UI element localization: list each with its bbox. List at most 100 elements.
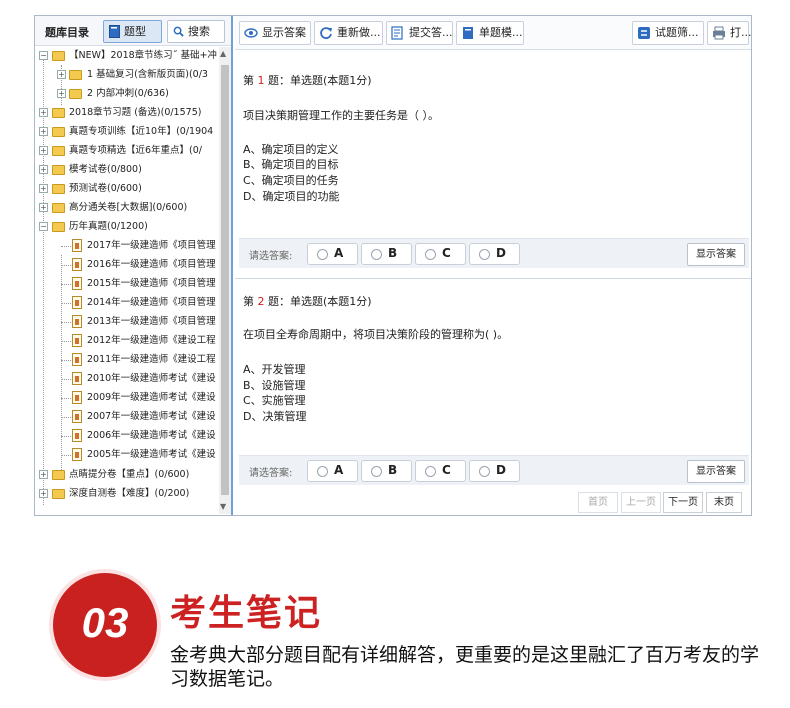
redo-button[interactable]: 重新做... (314, 21, 383, 45)
tree-connector (61, 379, 71, 380)
tree-node[interactable]: 2009年一级建造师考试《建设 (35, 389, 219, 406)
tree-node[interactable]: + 预测试卷(0/600) (35, 180, 219, 197)
catalog-title: 题库目录 (45, 26, 89, 39)
tab-question-type[interactable]: 题型 (103, 20, 162, 43)
tree-node[interactable]: + 高分通关卷[大数据](0/600) (35, 199, 219, 216)
choice-c[interactable]: C (415, 243, 466, 265)
tree-node[interactable]: + 真题专项精选【近6年重点】(0/ (35, 142, 219, 159)
tree-node-label: 2016年一级建造师《项目管理 (87, 259, 216, 270)
option-text: B、设施管理 (243, 379, 306, 392)
tree-node-label: 历年真题(0/1200) (69, 221, 148, 232)
tree-node[interactable]: + 模考试卷(0/800) (35, 161, 219, 178)
search-icon (173, 26, 184, 37)
expand-icon[interactable]: + (57, 89, 66, 98)
option-text: C、确定项目的任务 (243, 174, 339, 187)
tree-node[interactable]: + 点睛提分卷【重点】(0/600) (35, 466, 219, 483)
tab-search[interactable]: 搜索 (167, 20, 225, 43)
tab-question-type-label: 题型 (124, 25, 146, 38)
tree-connector (61, 436, 71, 437)
tree-connector (61, 246, 71, 247)
choice-b[interactable]: B (361, 460, 412, 482)
prev-page-button[interactable]: 上一页 (621, 492, 661, 513)
tree-node-label: 2012年一级建造师《建设工程 (87, 335, 216, 346)
folder-icon (52, 127, 65, 137)
tree-connector (61, 398, 71, 399)
catalog-header: 题库目录 题型 搜索 (35, 16, 231, 46)
tree-node[interactable]: + 真题专项训练【近10年】(0/1904 (35, 123, 219, 140)
question-type: 题：单选题(本题1分) (264, 74, 372, 87)
tree-node[interactable]: 2010年一级建造师考试《建设 (35, 370, 219, 387)
expand-icon[interactable]: + (39, 203, 48, 212)
last-page-button[interactable]: 末页 (706, 492, 742, 513)
tree-node[interactable]: 2017年一级建造师《项目管理 (35, 237, 219, 254)
choice-b[interactable]: B (361, 243, 412, 265)
tree-node-label: 2018章节习题 (备选)(0/1575) (69, 107, 202, 118)
tree-connector (61, 341, 71, 342)
app-window: 题库目录 题型 搜索 − 【NEW】2018章节练习˝ 基础+冲 + 1 基础复… (34, 15, 752, 516)
expand-icon[interactable]: + (39, 470, 48, 479)
document-icon (72, 429, 82, 442)
question-number: 2 (257, 295, 265, 308)
tree-node[interactable]: 2005年一级建造师考试《建设 (35, 446, 219, 463)
expand-icon[interactable]: + (39, 146, 48, 155)
scroll-down-icon[interactable]: ▼ (220, 502, 226, 511)
folder-icon (52, 222, 65, 232)
radio-icon (371, 249, 382, 260)
expand-icon[interactable]: + (39, 108, 48, 117)
tree-node[interactable]: + 1 基础复习(含新版页面)(0/3 (35, 66, 219, 83)
document-icon (72, 277, 82, 290)
tree-node-label: 2013年一级建造师《项目管理 (87, 316, 216, 327)
print-button[interactable]: 打... (707, 21, 752, 45)
single-mode-button[interactable]: 单题模... (456, 21, 524, 45)
tree-node-label: 2007年一级建造师考试《建设 (87, 411, 216, 422)
show-answer-button[interactable]: 显示答案 (687, 460, 745, 483)
collapse-icon[interactable]: − (39, 222, 48, 231)
tree-node[interactable]: 2012年一级建造师《建设工程 (35, 332, 219, 349)
radio-icon (371, 466, 382, 477)
folder-icon (52, 146, 65, 156)
next-page-button[interactable]: 下一页 (663, 492, 703, 513)
expand-icon[interactable]: + (39, 127, 48, 136)
expand-icon[interactable]: + (39, 184, 48, 193)
filter-button[interactable]: 试题筛... (632, 21, 704, 45)
tree-node[interactable]: + 2018章节习题 (备选)(0/1575) (35, 104, 219, 121)
choice-d[interactable]: D (469, 460, 520, 482)
show-answer-button[interactable]: 显示答案 (687, 243, 745, 266)
first-page-button[interactable]: 首页 (578, 492, 618, 513)
tree-node[interactable]: 2016年一级建造师《项目管理 (35, 256, 219, 273)
eye-icon (244, 28, 258, 38)
tree-scrollbar[interactable]: ▲ ▼ (219, 47, 231, 514)
tree-node[interactable]: 2014年一级建造师《项目管理 (35, 294, 219, 311)
option-text: C、实施管理 (243, 394, 306, 407)
tree-connector (61, 455, 71, 456)
choice-a[interactable]: A (307, 243, 358, 265)
show-answer-button[interactable]: 显示答案 (239, 21, 311, 45)
tree-node[interactable]: 2006年一级建造师考试《建设 (35, 427, 219, 444)
tree-node[interactable]: − 【NEW】2018章节练习˝ 基础+冲 (35, 47, 219, 64)
choice-letter: A (334, 463, 344, 477)
collapse-icon[interactable]: − (39, 51, 48, 60)
tree-node-label: 1 基础复习(含新版页面)(0/3 (87, 69, 208, 80)
tree-node[interactable]: + 2 内部冲刺(0/636) (35, 85, 219, 102)
show-answer-label: 显示答案 (262, 26, 306, 39)
scrollbar-thumb[interactable] (221, 65, 229, 495)
tree-node[interactable]: 2007年一级建造师考试《建设 (35, 408, 219, 425)
choice-a[interactable]: A (307, 460, 358, 482)
document-icon (72, 391, 82, 404)
question-card-2: 第 2 题：单选题(本题1分) 在项目全寿命周期中，将项目决策阶段的管理称为( … (235, 279, 751, 489)
tree-node[interactable]: + 深度自测卷【难度】(0/200) (35, 485, 219, 502)
tree-node[interactable]: − 历年真题(0/1200) (35, 218, 219, 235)
expand-icon[interactable]: + (39, 489, 48, 498)
tree-connector (61, 284, 71, 285)
expand-icon[interactable]: + (39, 165, 48, 174)
tree-node[interactable]: 2013年一级建造师《项目管理 (35, 313, 219, 330)
tree-node[interactable]: 2011年一级建造师《建设工程 (35, 351, 219, 368)
expand-icon[interactable]: + (57, 70, 66, 79)
scroll-up-icon[interactable]: ▲ (220, 49, 226, 58)
choice-c[interactable]: C (415, 460, 466, 482)
tree-node[interactable]: 2015年一级建造师《项目管理 (35, 275, 219, 292)
submit-button[interactable]: 提交答... (386, 21, 453, 45)
tree-node-label: 点睛提分卷【重点】(0/600) (69, 469, 190, 480)
choice-d[interactable]: D (469, 243, 520, 265)
question-type: 题：单选题(本题1分) (264, 295, 372, 308)
